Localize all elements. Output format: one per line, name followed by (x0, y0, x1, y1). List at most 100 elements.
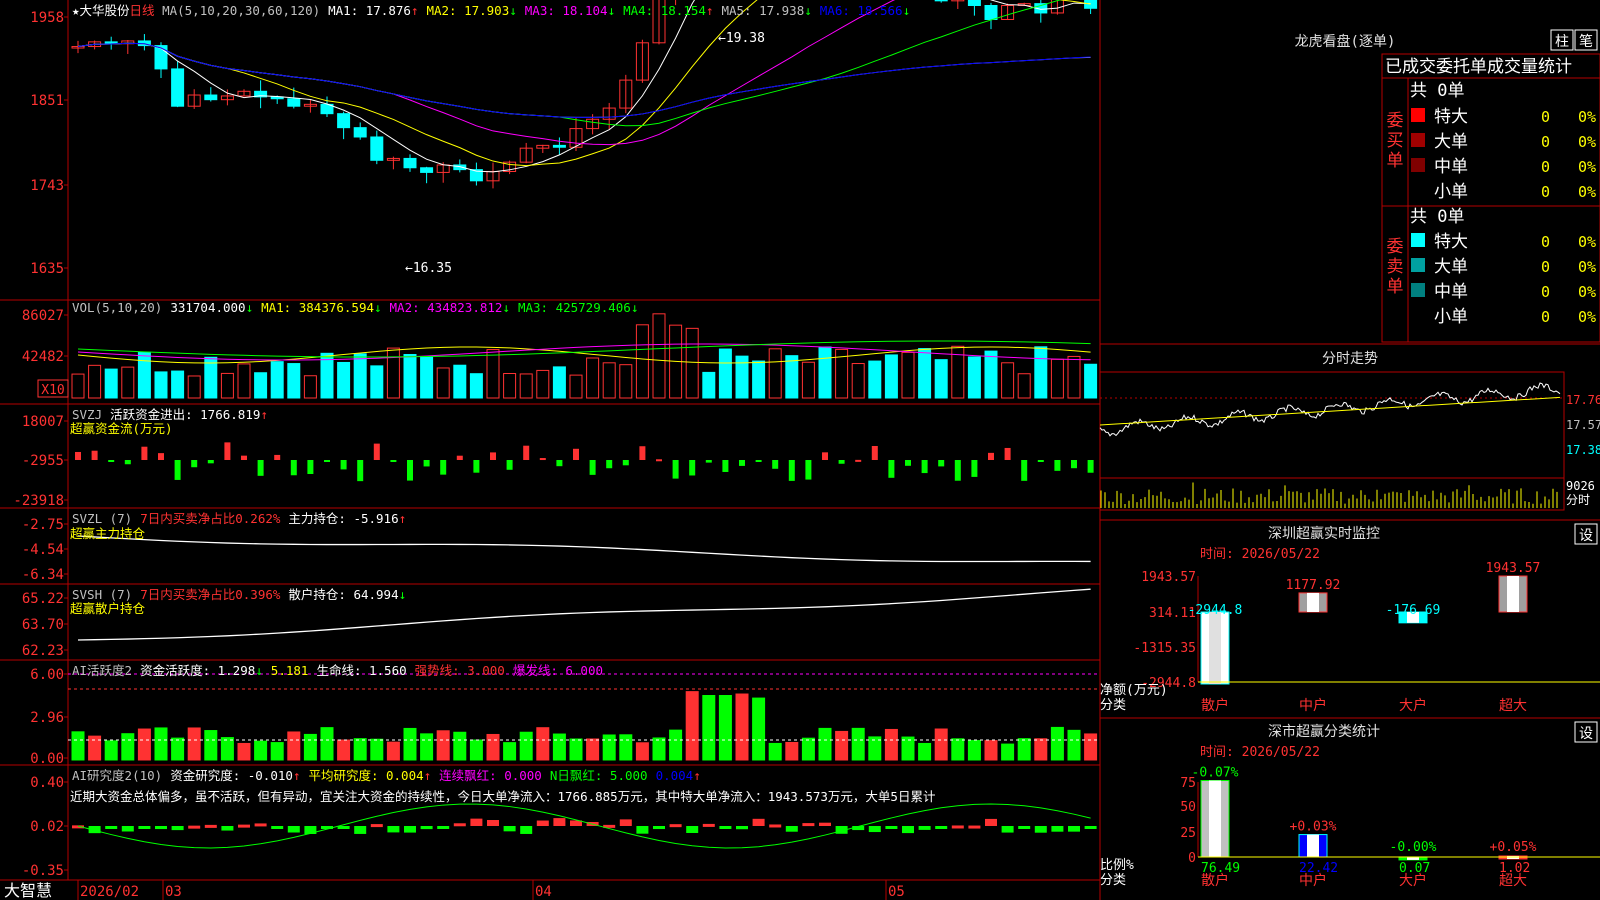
sell-label-char-0: 委 (1387, 237, 1404, 257)
svzj-bar-51 (921, 460, 928, 474)
ai-activity-bar-12 (270, 742, 284, 761)
svzj-bar-21 (423, 460, 430, 467)
candle-body-17 (353, 127, 367, 138)
buy-row-swatch-0 (1411, 108, 1425, 122)
vol-bar-25 (486, 349, 500, 399)
svzj-bar-0 (75, 451, 81, 460)
buy-row-value-1: 0 (1541, 133, 1550, 151)
svzj-bar-12 (274, 454, 281, 460)
candlestick-group (71, 0, 1098, 189)
monitor-category-3: 超大 (1499, 698, 1527, 714)
svzj-bar-50 (905, 460, 911, 466)
svzj-bar-52 (938, 460, 945, 467)
ai-activity-bar-17 (353, 738, 367, 761)
intraday-vol-tick: 9026 (1566, 479, 1595, 493)
vol-header-arrow-3: ↓ (502, 300, 510, 315)
svzl-ytick-1: -4.54 (22, 542, 64, 558)
ai-research-header-item-1: 资金研究度: -0.010 (170, 768, 293, 783)
vol-bar-7 (187, 375, 201, 399)
vol-bar-51 (918, 348, 932, 399)
intraday-vol-label: 分时 (1566, 493, 1590, 507)
ai-activity-bar-4 (137, 728, 151, 761)
buy-row-pct-0: 0% (1578, 108, 1596, 126)
ai-activity-bar-46 (835, 730, 849, 761)
period-label[interactable]: 日线 (130, 3, 155, 18)
buy-row-pct-2: 0% (1578, 158, 1596, 176)
ai-activity-bar-13 (287, 731, 301, 761)
ai-act-ytick-1: 2.96 (30, 710, 64, 726)
ai-activity-bar-24 (469, 739, 483, 761)
buy-row-pct-3: 0% (1578, 183, 1596, 201)
monitor-bar-1 (1298, 592, 1328, 613)
ai-research-bar-48 (868, 826, 881, 833)
ai-activity-header-item-0: AI活跃度2 (72, 663, 133, 678)
date-label-0: 2026/02 (80, 884, 139, 900)
dragon-stat-title: 已成交委托单成交量统计 (1385, 57, 1572, 77)
svzj-bar-27 (523, 445, 530, 460)
candle-body-61 (1084, 0, 1098, 9)
monitor-ytick-0: 1943.57 (1141, 570, 1196, 585)
vol-bar-20 (403, 353, 417, 399)
ai-activity-bar-58 (1034, 738, 1048, 761)
ai-research-header: AI研究度2(10) 资金研究度: -0.010↑ 平均研究度: 0.004↑ 连续飘… (72, 765, 709, 784)
ai-research-bar-12 (271, 826, 284, 829)
buy-row-swatch-1 (1411, 133, 1425, 147)
svzj-bar-28 (539, 458, 546, 461)
ai-activity-bar-45 (818, 727, 832, 761)
date-label-2: 04 (535, 884, 552, 900)
ai-research-bar-56 (1001, 826, 1014, 833)
vol-bar-10 (237, 363, 251, 399)
ai-research-header-item-4: N日飘红: 5.000 (549, 768, 648, 783)
ai-research-bar-60 (1068, 826, 1080, 832)
ai-research-bar-53 (951, 825, 964, 829)
vol-bar-48 (868, 360, 882, 399)
svzj-bar-24 (473, 460, 480, 473)
svzj-subtitle: 超赢资金流(万元) (70, 421, 173, 436)
monitor-bar-shine-3 (1507, 576, 1519, 612)
vol-bar-58 (1034, 346, 1048, 399)
ai-activity-header-item-5: 爆发线: 6.000 (512, 663, 603, 678)
vol-bar-14 (303, 375, 317, 399)
svsh-ytick-1: 63.70 (22, 617, 64, 633)
intraday-ytick-2: 17.38 (1566, 443, 1600, 457)
vol-bar-41 (752, 360, 766, 399)
svzj-bar-4 (141, 446, 148, 460)
ai-activity-bar-44 (801, 737, 815, 761)
vol-bar-18 (370, 365, 384, 399)
ai-research-bar-20 (404, 826, 416, 833)
ai-research-bar-42 (769, 824, 782, 828)
svzl-subtitle: 超赢主力持仓 (70, 526, 146, 541)
sell-row-label-0: 特大 (1434, 232, 1468, 252)
svzl-line (77, 535, 1091, 563)
svzj-bar-7 (191, 460, 198, 468)
ai-activity-header-item-1: 资金活跃度: 1.298 (140, 663, 256, 678)
ai-research-bar-58 (1034, 826, 1047, 833)
svzj-header-arrow-1: ↑ (260, 407, 268, 422)
ai-research-bar-28 (536, 820, 549, 826)
svzj-bar-56 (1004, 447, 1011, 460)
sell-row-swatch-2 (1411, 283, 1425, 297)
svzj-bar-47 (855, 459, 862, 462)
candle-body-55 (984, 4, 998, 20)
vol-bar-57 (1017, 373, 1031, 399)
buy-row-label-0: 特大 (1434, 107, 1468, 127)
ai-activity-bar-32 (602, 734, 616, 761)
ai-research-bar-6 (171, 826, 184, 831)
sell-row-value-1: 0 (1541, 258, 1550, 276)
ai-act-ytick-2: 0.00 (30, 751, 64, 767)
ai-activity-bar-61 (1084, 733, 1098, 761)
svzj-bar-55 (988, 452, 994, 460)
sell-label-char-2: 单 (1387, 277, 1404, 297)
intraday-ytick-1: 17.57 (1566, 418, 1600, 432)
ai-activity-bar-59 (1050, 726, 1064, 761)
svzj-bar-13 (290, 460, 297, 476)
svsh-ytick-0: 65.22 (22, 591, 64, 607)
ai-research-bar-16 (337, 826, 350, 829)
ai-activity-header-item-2: 5.181 (270, 663, 309, 678)
ma-header-item-0: MA(5,10,20,30,60,120) (162, 3, 321, 18)
ai-research-bar-23 (453, 823, 466, 827)
svzl-ytick-0: -2.75 (22, 517, 64, 533)
main-ma-header: ★大华股份日线 MA(5,10,20,30,60,120) MA1: 17.876… (72, 0, 918, 19)
ai-activity-header-item-3: 生命线: 1.560 (316, 663, 407, 678)
vol-header-arrow-1: ↓ (245, 300, 254, 315)
